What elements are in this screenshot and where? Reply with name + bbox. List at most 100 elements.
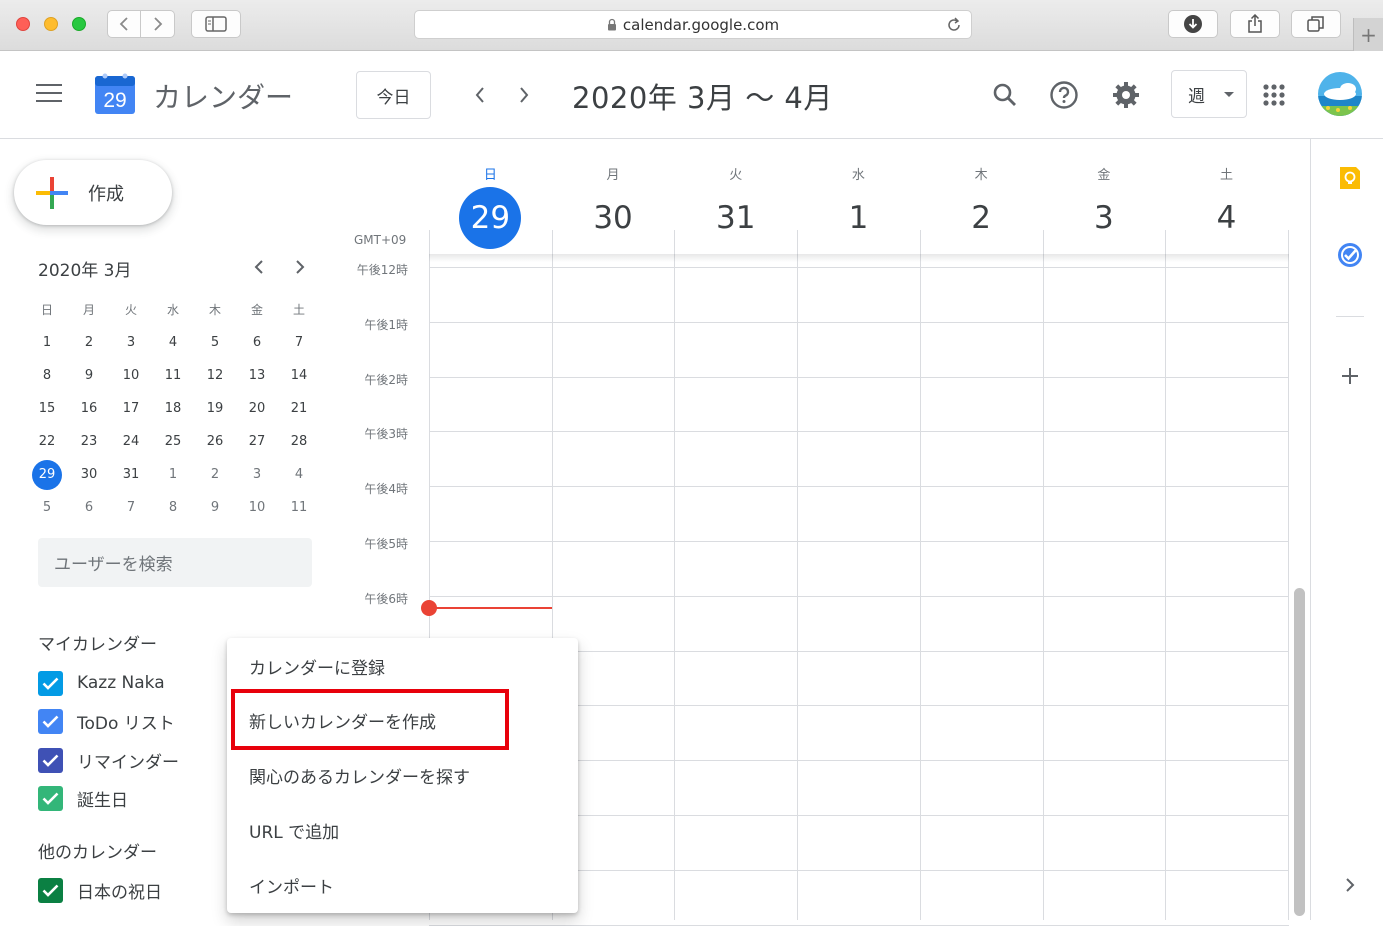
calendar-checkbox[interactable] <box>38 709 63 734</box>
grid-scrollbar[interactable] <box>1294 588 1305 916</box>
mini-day[interactable]: 14 <box>278 362 320 390</box>
mini-day-number: 31 <box>122 466 140 482</box>
avatar[interactable] <box>1318 72 1362 116</box>
mini-day[interactable]: 18 <box>152 395 194 423</box>
my-calendars-title[interactable]: マイカレンダー <box>38 630 157 655</box>
next-week-button[interactable] <box>508 79 540 111</box>
previous-week-button[interactable] <box>464 79 496 111</box>
mini-day[interactable]: 13 <box>236 362 278 390</box>
mini-day[interactable]: 24 <box>110 428 152 456</box>
mini-day-number: 4 <box>168 334 178 350</box>
address-bar[interactable]: calendar.google.com <box>414 10 972 39</box>
zoom-window-button[interactable] <box>72 17 86 31</box>
create-label: 作成 <box>88 183 124 205</box>
mini-day[interactable]: 3 <box>236 461 278 489</box>
mini-day[interactable]: 2 <box>194 461 236 489</box>
mini-day[interactable]: 15 <box>26 395 68 423</box>
mini-day[interactable]: 2 <box>68 329 110 357</box>
mini-day[interactable]: 6 <box>68 494 110 522</box>
mini-calendar-prev-button[interactable] <box>247 255 271 279</box>
mini-day[interactable]: 16 <box>68 395 110 423</box>
mini-day[interactable]: 30 <box>68 461 110 489</box>
share-button[interactable] <box>1230 10 1280 38</box>
add-addon-button[interactable] <box>1336 362 1364 390</box>
mini-day[interactable]: 5 <box>194 329 236 357</box>
reload-icon[interactable] <box>945 16 963 34</box>
calendar-item[interactable]: リマインダー <box>38 747 179 773</box>
mini-day[interactable]: 1 <box>152 461 194 489</box>
calendar-item-label: ToDo リスト <box>77 714 175 734</box>
calendar-item[interactable]: ToDo リスト <box>38 709 175 735</box>
today-button[interactable]: 今日 <box>356 71 431 119</box>
calendar-checkbox[interactable] <box>38 747 63 773</box>
mini-day[interactable]: 28 <box>278 428 320 456</box>
main-menu-button[interactable] <box>36 84 62 108</box>
calendar-checkbox[interactable] <box>38 877 63 903</box>
other-calendars-title[interactable]: 他のカレンダー <box>38 838 157 863</box>
mini-day[interactable]: 10 <box>236 494 278 522</box>
mini-day[interactable]: 7 <box>110 494 152 522</box>
settings-button[interactable] <box>1108 77 1144 113</box>
hour-label: 午後12時 <box>356 263 408 277</box>
mini-day[interactable]: 6 <box>236 329 278 357</box>
mini-day[interactable]: 26 <box>194 428 236 456</box>
menu-item[interactable]: URL で追加 <box>227 805 578 855</box>
mini-day[interactable]: 4 <box>152 329 194 357</box>
mini-day[interactable]: 19 <box>194 395 236 423</box>
app-header: 29 カレンダー 今日 2020年 3月 〜 4月 週 <box>0 51 1383 139</box>
mini-day[interactable]: 23 <box>68 428 110 456</box>
mini-calendar-next-button[interactable] <box>288 255 312 279</box>
menu-item[interactable]: 関心のあるカレンダーを探す <box>227 751 578 801</box>
mini-day-number: 11 <box>290 499 308 515</box>
downloads-button[interactable] <box>1168 10 1218 38</box>
mini-day[interactable]: 29 <box>26 459 68 490</box>
back-button[interactable] <box>107 10 141 38</box>
day-of-week-label: 火 <box>729 168 743 183</box>
avatar-image <box>1318 72 1362 116</box>
mini-day[interactable]: 25 <box>152 428 194 456</box>
new-tab-button[interactable]: + <box>1353 18 1383 51</box>
mini-day[interactable]: 17 <box>110 395 152 423</box>
mini-day[interactable]: 1 <box>26 329 68 357</box>
help-button[interactable] <box>1046 77 1082 113</box>
mini-day[interactable]: 27 <box>236 428 278 456</box>
mini-day[interactable]: 31 <box>110 461 152 489</box>
mini-day[interactable]: 11 <box>278 494 320 522</box>
mini-day[interactable]: 9 <box>68 362 110 390</box>
view-selector[interactable]: 週 <box>1171 70 1247 118</box>
mini-day[interactable]: 11 <box>152 362 194 390</box>
menu-item[interactable]: カレンダーに登録 <box>227 641 578 691</box>
tabs-overview-button[interactable] <box>1291 10 1341 38</box>
mini-day[interactable]: 3 <box>110 329 152 357</box>
create-button[interactable]: 作成 <box>14 160 172 225</box>
calendar-item[interactable]: Kazz Naka <box>38 670 165 696</box>
mini-day[interactable]: 9 <box>194 494 236 522</box>
search-button[interactable] <box>987 77 1023 113</box>
apps-button[interactable] <box>1256 77 1292 113</box>
mini-day-number: 2 <box>84 334 94 350</box>
close-window-button[interactable] <box>16 17 30 31</box>
mini-day[interactable]: 8 <box>152 494 194 522</box>
mini-day[interactable]: 7 <box>278 329 320 357</box>
mini-day[interactable]: 8 <box>26 362 68 390</box>
calendar-item[interactable]: 日本の祝日 <box>38 877 162 903</box>
minimize-window-button[interactable] <box>44 17 58 31</box>
tasks-button[interactable] <box>1336 241 1364 269</box>
mini-day[interactable]: 4 <box>278 461 320 489</box>
mini-day[interactable]: 20 <box>236 395 278 423</box>
calendar-checkbox[interactable] <box>38 670 63 696</box>
calendar-item[interactable]: 誕生日 <box>38 786 128 812</box>
mini-day[interactable]: 22 <box>26 428 68 456</box>
mini-day[interactable]: 10 <box>110 362 152 390</box>
calendar-checkbox[interactable] <box>38 786 63 811</box>
expand-side-panel-button[interactable] <box>1336 871 1364 899</box>
forward-button[interactable] <box>141 10 175 38</box>
sidebar-toggle-button[interactable] <box>191 10 241 38</box>
keep-button[interactable] <box>1336 164 1364 192</box>
mini-day[interactable]: 12 <box>194 362 236 390</box>
search-users-input[interactable]: ユーザーを検索 <box>38 538 312 587</box>
mini-weekday-label: 日 <box>40 302 53 317</box>
mini-day[interactable]: 5 <box>26 494 68 522</box>
mini-day[interactable]: 21 <box>278 395 320 423</box>
menu-item[interactable]: インポート <box>227 860 578 910</box>
